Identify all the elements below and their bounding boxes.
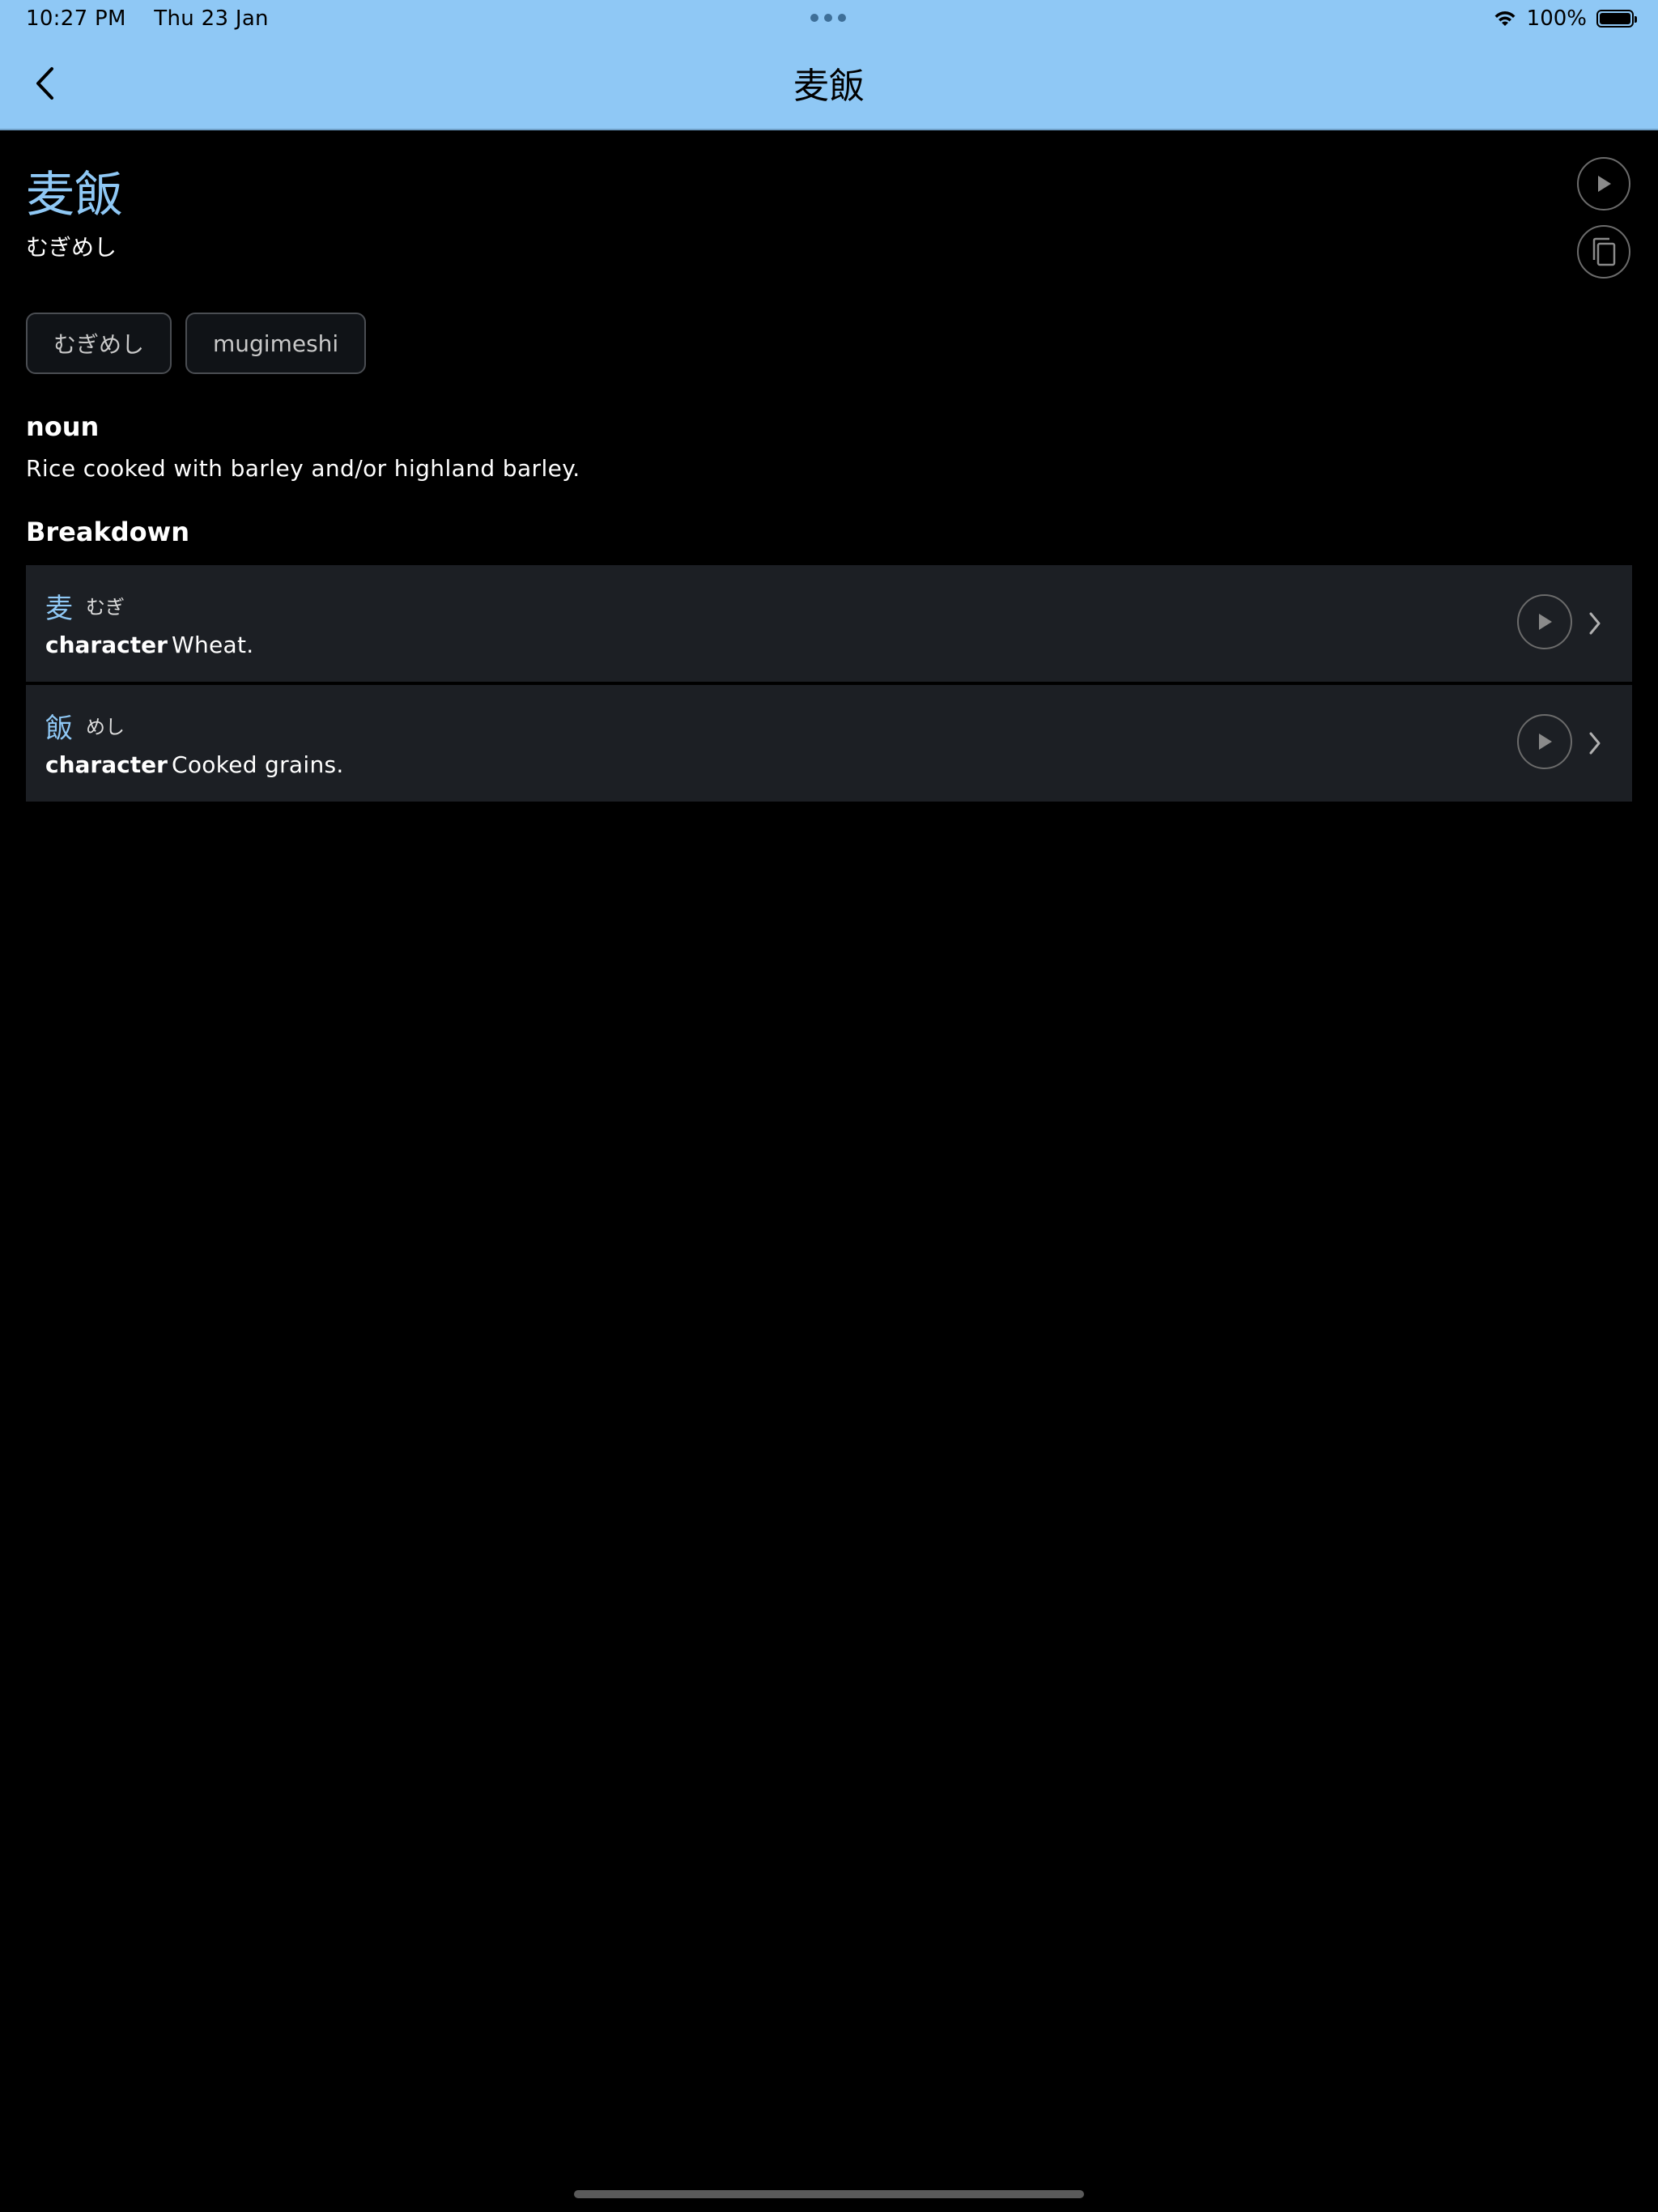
play-icon — [1598, 176, 1611, 192]
breakdown-play-button[interactable] — [1517, 594, 1572, 649]
tag-romaji[interactable]: mugimeshi — [185, 313, 367, 374]
wifi-icon — [1494, 11, 1516, 26]
definition-text: Rice cooked with barley and/or highland … — [26, 455, 580, 482]
battery-percentage: 100% — [1526, 6, 1587, 31]
copy-button[interactable] — [1577, 225, 1630, 279]
breakdown-list: 麦 むぎ character Wheat. 飯 めし character Coo… — [26, 565, 1632, 805]
status-date: Thu 23 Jan — [154, 6, 269, 31]
battery-level — [1600, 13, 1630, 24]
part-of-speech: noun — [26, 411, 100, 442]
chevron-right-icon[interactable] — [1587, 607, 1603, 640]
page-title: 麦飯 — [793, 66, 865, 107]
battery-icon — [1596, 10, 1637, 28]
breakdown-char: 麦 — [45, 593, 73, 625]
status-time: 10:27 PM — [26, 6, 126, 31]
breakdown-kana: むぎ — [86, 596, 125, 619]
breakdown-meaning: Wheat. — [172, 632, 254, 658]
home-indicator[interactable] — [574, 2190, 1084, 2198]
status-bar-left: 10:27 PM Thu 23 Jan — [26, 6, 290, 31]
breakdown-kana: めし — [86, 716, 125, 738]
play-audio-button[interactable] — [1577, 157, 1630, 211]
play-icon — [1539, 734, 1552, 750]
breakdown-meaning: Cooked grains. — [172, 751, 344, 778]
breakdown-row[interactable]: 麦 むぎ character Wheat. — [26, 565, 1632, 682]
multitasking-dots-icon[interactable] — [810, 14, 846, 22]
tag-kana[interactable]: むぎめし — [26, 313, 172, 374]
breakdown-row[interactable]: 飯 めし character Cooked grains. — [26, 685, 1632, 802]
reading-tags: むぎめし mugimeshi — [26, 313, 367, 374]
breakdown-play-button[interactable] — [1517, 714, 1572, 769]
word-detail-screen: 10:27 PM Thu 23 Jan 100% 麦飯 麦飯 むぎめし むぎめし… — [0, 0, 1658, 2212]
word-kanji: 麦飯 — [26, 167, 123, 223]
breakdown-type: character — [45, 632, 168, 658]
breakdown-type: character — [45, 751, 168, 778]
copy-icon — [1592, 237, 1616, 266]
navigation-bar: 10:27 PM Thu 23 Jan 100% 麦飯 — [0, 0, 1658, 130]
word-reading: むぎめし — [26, 234, 117, 261]
chevron-right-icon[interactable] — [1587, 727, 1603, 759]
status-bar-right: 100% — [1493, 6, 1637, 31]
play-icon — [1539, 614, 1552, 630]
breakdown-heading: Breakdown — [26, 517, 189, 547]
breakdown-char: 飯 — [45, 713, 73, 745]
